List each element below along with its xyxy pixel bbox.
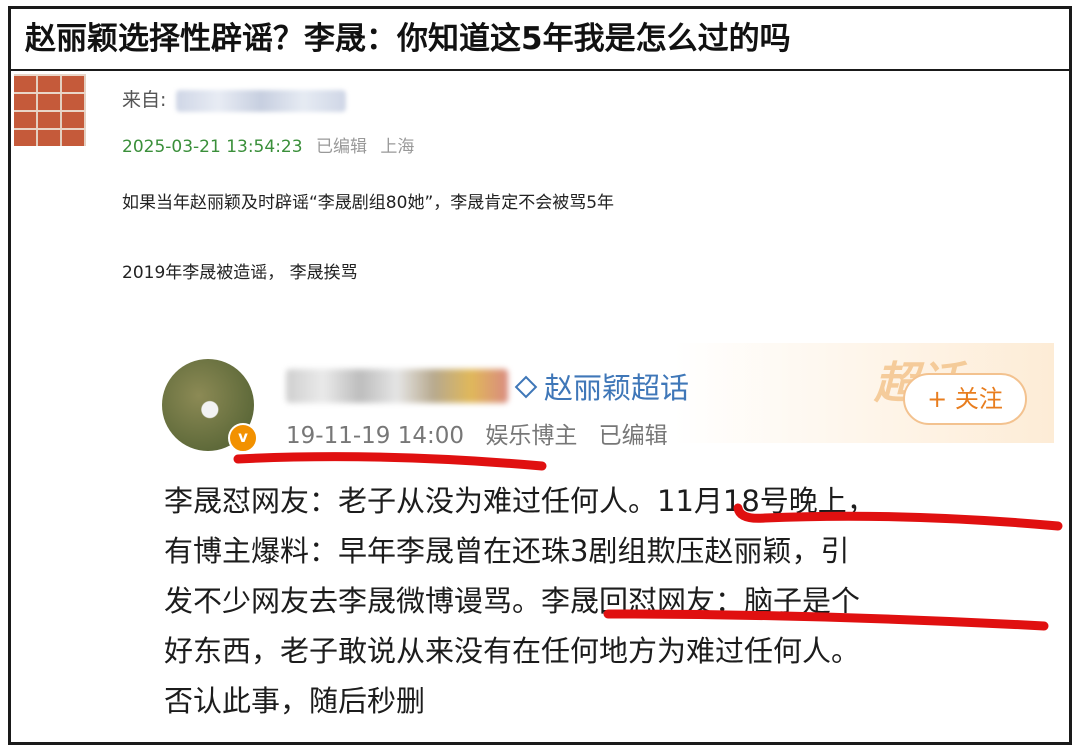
embed-text-line: 否认此事，随后秒删 (164, 684, 426, 718)
embed-text-line: 李晟怼网友：老子从没为难过任何人。11月18号晚上， (164, 484, 876, 518)
post-timestamp: 2025-03-21 13:54:23 (122, 137, 303, 157)
embed-text-line: 发不少网友去李晟微博谩骂。李晟回怼网友：脑子是个 (164, 584, 861, 618)
post-paragraph-2: 2019年李晟被造谣， 李晟挨骂 (122, 263, 358, 283)
embed-edited-label: 已编辑 (598, 423, 668, 449)
supertopic-link[interactable]: 赵丽颖超话 (514, 365, 690, 407)
from-label: 来自: (122, 89, 167, 111)
post-paragraph-1: 如果当年赵丽颖及时辟谣“李晟剧组80她”，李晟肯定不会被骂5年 (122, 193, 615, 213)
embed-meta-row: 19-11-19 14:00 娱乐博主 已编辑 (286, 416, 668, 450)
supertopic-label: 赵丽颖超话 (544, 371, 690, 405)
embed-text-line: 有博主爆料：早年李晟曾在还珠3剧组欺压赵丽颖，引 (164, 534, 850, 568)
edited-label: 已编辑 (315, 137, 367, 157)
follow-button[interactable]: + 关注 (903, 373, 1027, 425)
diamond-icon (514, 375, 538, 399)
post-meta-row: 2025-03-21 13:54:23 已编辑 上海 (122, 132, 414, 157)
location-label: 上海 (380, 137, 415, 157)
blurred-blogger-name[interactable] (286, 369, 508, 403)
poster-avatar[interactable] (14, 74, 86, 146)
blurred-username[interactable] (176, 89, 347, 112)
poster-source-row: 来自: (122, 85, 347, 112)
embed-text-line: 好东西，老子敢说从来没有在任何地方为难过任何人。 (164, 634, 861, 668)
article-headline: 赵丽颖选择性辟谣？李晟：你知道这5年我是怎么过的吗 (11, 9, 1069, 71)
blogger-role: 娱乐博主 (485, 423, 578, 449)
verified-v-icon: v (228, 423, 258, 453)
embed-date: 19-11-19 14:00 (286, 423, 464, 449)
embed-post-text: 李晟怼网友：老子从没为难过任何人。11月18号晚上， 有博主爆料：早年李晟曾在还… (164, 476, 1024, 726)
embedded-weibo-screenshot: 超话 v 赵丽颖超话 + 关注 19-11-19 14:00 娱乐博主 已编辑 … (148, 343, 1054, 733)
